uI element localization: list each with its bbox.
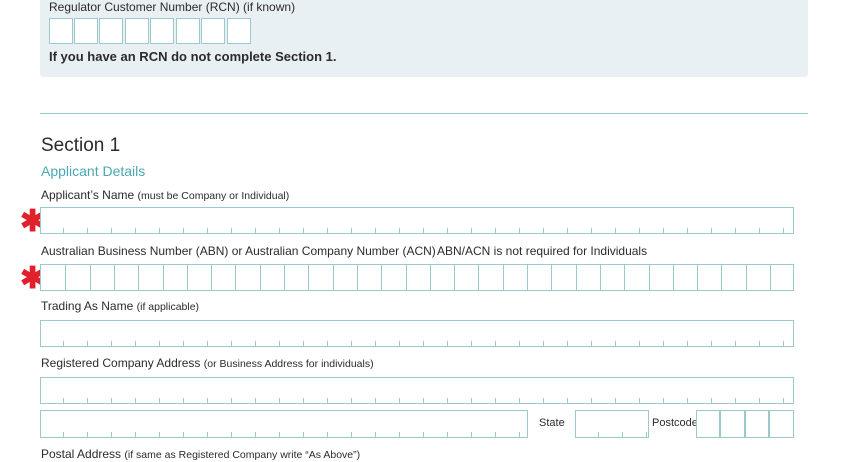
abn-input[interactable] (40, 264, 794, 291)
abn-cell-divider (551, 264, 553, 291)
abn-cell-divider (356, 264, 358, 291)
abn-cell-divider (113, 264, 115, 291)
rcn-cell[interactable] (125, 18, 149, 44)
applicant-name-label: Applicant’s Name (must be Company or Ind… (41, 188, 290, 202)
registered-address-line1-input[interactable] (40, 377, 794, 404)
abn-cell-divider (381, 264, 383, 291)
trading-name-label: Trading As Name (if applicable) (41, 299, 200, 313)
applicant-name-hint: (must be Company or Individual) (137, 190, 290, 202)
section-title: Section 1 (41, 135, 121, 156)
abn-cell-divider (454, 264, 456, 291)
trading-name-input[interactable] (40, 320, 794, 347)
rcn-cell[interactable] (99, 18, 123, 44)
tick-marks (41, 398, 793, 403)
trading-name-hint: (if applicable) (136, 301, 200, 313)
abn-cell-divider (745, 264, 747, 291)
abn-cell-divider (65, 264, 67, 291)
abn-cell-divider (138, 264, 140, 291)
postcode-cell[interactable] (720, 410, 745, 438)
abn-cell-divider (599, 264, 601, 291)
postcode-input[interactable] (696, 410, 794, 438)
abn-cell-divider (770, 264, 771, 291)
rcn-cell[interactable] (227, 18, 251, 44)
postcode-cell[interactable] (769, 410, 794, 438)
abn-cell-divider (162, 264, 164, 291)
postal-address-hint: (if same as Registered Company write “As… (124, 449, 361, 461)
section-divider (40, 113, 808, 114)
rcn-input[interactable] (49, 18, 253, 44)
abn-cell-divider (284, 264, 285, 291)
postcode-cell[interactable] (745, 410, 769, 438)
tick-marks (41, 228, 793, 233)
tick-marks (576, 432, 648, 437)
abn-cell-divider (502, 264, 504, 291)
abn-cell-divider (259, 264, 261, 291)
rcn-cell[interactable] (176, 18, 200, 44)
abn-cell-divider (624, 264, 626, 291)
rcn-cell[interactable] (49, 18, 73, 44)
registered-address-hint: (or Business Address for individuals) (203, 358, 374, 370)
abn-cell-divider (575, 264, 577, 291)
registered-address-label: Registered Company Address (or Business … (41, 356, 374, 370)
subsection-title: Applicant Details (41, 163, 146, 179)
abn-cell-divider (235, 264, 237, 291)
rcn-cell[interactable] (201, 18, 225, 44)
registered-address-line2-input[interactable] (40, 410, 528, 438)
rcn-cell[interactable] (74, 18, 98, 44)
abn-cell-divider (332, 264, 334, 291)
postal-address-label: Postal Address (if same as Registered Co… (41, 447, 361, 461)
abn-cell-divider (672, 264, 674, 291)
state-input[interactable] (575, 410, 649, 438)
abn-cell-divider (89, 264, 91, 291)
state-label: State (539, 417, 565, 429)
abn-cell-divider (648, 264, 650, 291)
rcn-cell[interactable] (150, 18, 174, 44)
abn-cell-divider (697, 264, 699, 291)
abn-cell-divider (308, 264, 310, 291)
abn-cell-divider (211, 264, 213, 291)
abn-cell-divider (429, 264, 431, 291)
postcode-cell[interactable] (696, 410, 720, 438)
abn-cell-divider (478, 264, 480, 291)
abn-cell-divider (721, 264, 723, 291)
rcn-label: Regulator Customer Number (RCN) (if know… (49, 0, 296, 14)
rcn-notice: If you have an RCN do not complete Secti… (49, 49, 337, 64)
abn-label: Australian Business Number (ABN) or Aust… (41, 244, 436, 258)
abn-cell-divider (527, 264, 528, 291)
tick-marks (41, 341, 793, 346)
tick-marks (41, 432, 527, 437)
postcode-label: Postcode (652, 417, 698, 429)
abn-cell-divider (405, 264, 407, 291)
abn-note: ABN/ACN is not required for Individuals (437, 244, 648, 258)
applicant-name-input[interactable] (40, 207, 794, 234)
abn-cell-divider (186, 264, 188, 291)
